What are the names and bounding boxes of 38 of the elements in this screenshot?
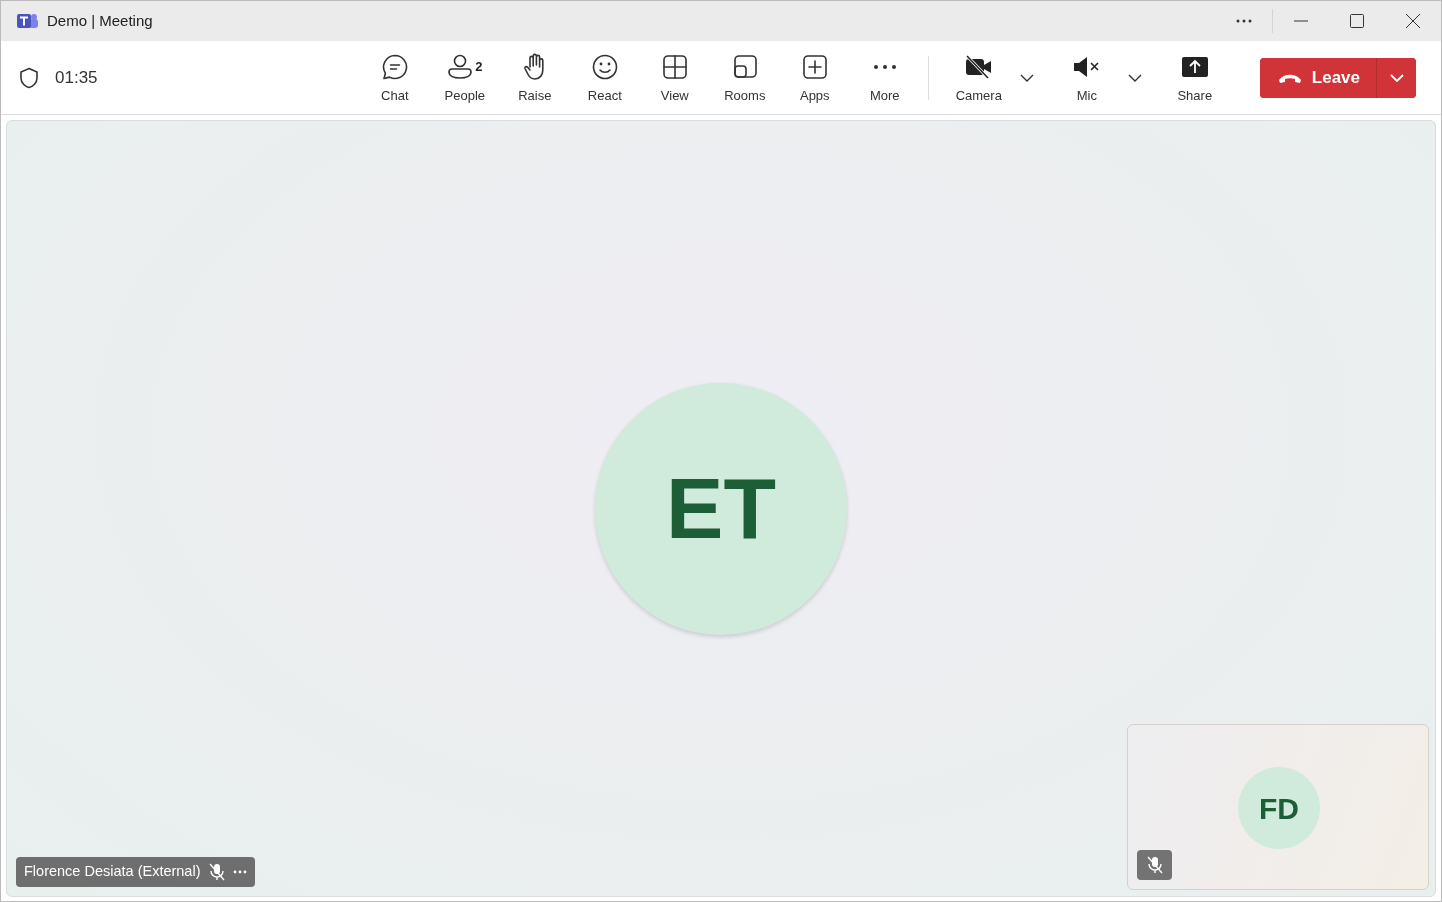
smiley-icon [590, 52, 619, 81]
people-button[interactable]: 2 People [429, 49, 500, 106]
chevron-down-icon [1019, 74, 1034, 83]
more-button[interactable]: More [849, 49, 920, 106]
raise-button[interactable]: Raise [499, 49, 570, 106]
self-avatar: FD [1238, 767, 1320, 849]
participant-name: Florence Desiata (External) [24, 862, 201, 882]
share-screen-icon [1180, 55, 1209, 78]
participant-avatar: ET [595, 382, 847, 635]
add-icon [801, 53, 828, 80]
mic-button[interactable]: Mic [1051, 49, 1122, 106]
share-button[interactable]: Share [1159, 49, 1230, 106]
close-icon [1406, 14, 1420, 28]
apps-button[interactable]: Apps [779, 49, 850, 106]
more-icon [872, 63, 897, 70]
view-button[interactable]: View [639, 49, 710, 106]
meeting-timer: 01:35 [55, 66, 98, 89]
chevron-down-icon [1389, 74, 1404, 83]
mic-off-icon [1146, 856, 1163, 874]
window-title: Demo | Meeting [47, 10, 153, 31]
rooms-icon [731, 53, 758, 80]
minimize-icon [1294, 20, 1308, 22]
chat-button[interactable]: Chat [359, 49, 430, 106]
chevron-down-icon [1127, 74, 1142, 83]
chat-icon [380, 52, 409, 81]
leave-options-button[interactable] [1376, 57, 1416, 98]
mic-off-button[interactable] [1137, 850, 1172, 880]
shield-icon [19, 66, 39, 89]
people-icon [447, 52, 474, 81]
grid-icon [661, 53, 688, 80]
camera-button[interactable]: Camera [943, 49, 1014, 106]
maximize-icon [1350, 14, 1364, 28]
participant-count: 2 [475, 58, 483, 76]
rooms-button[interactable]: Rooms [709, 49, 780, 106]
react-button[interactable]: React [569, 49, 640, 106]
more-icon [1236, 19, 1252, 23]
more-icon [232, 870, 247, 874]
app-logo-icon [17, 12, 39, 30]
